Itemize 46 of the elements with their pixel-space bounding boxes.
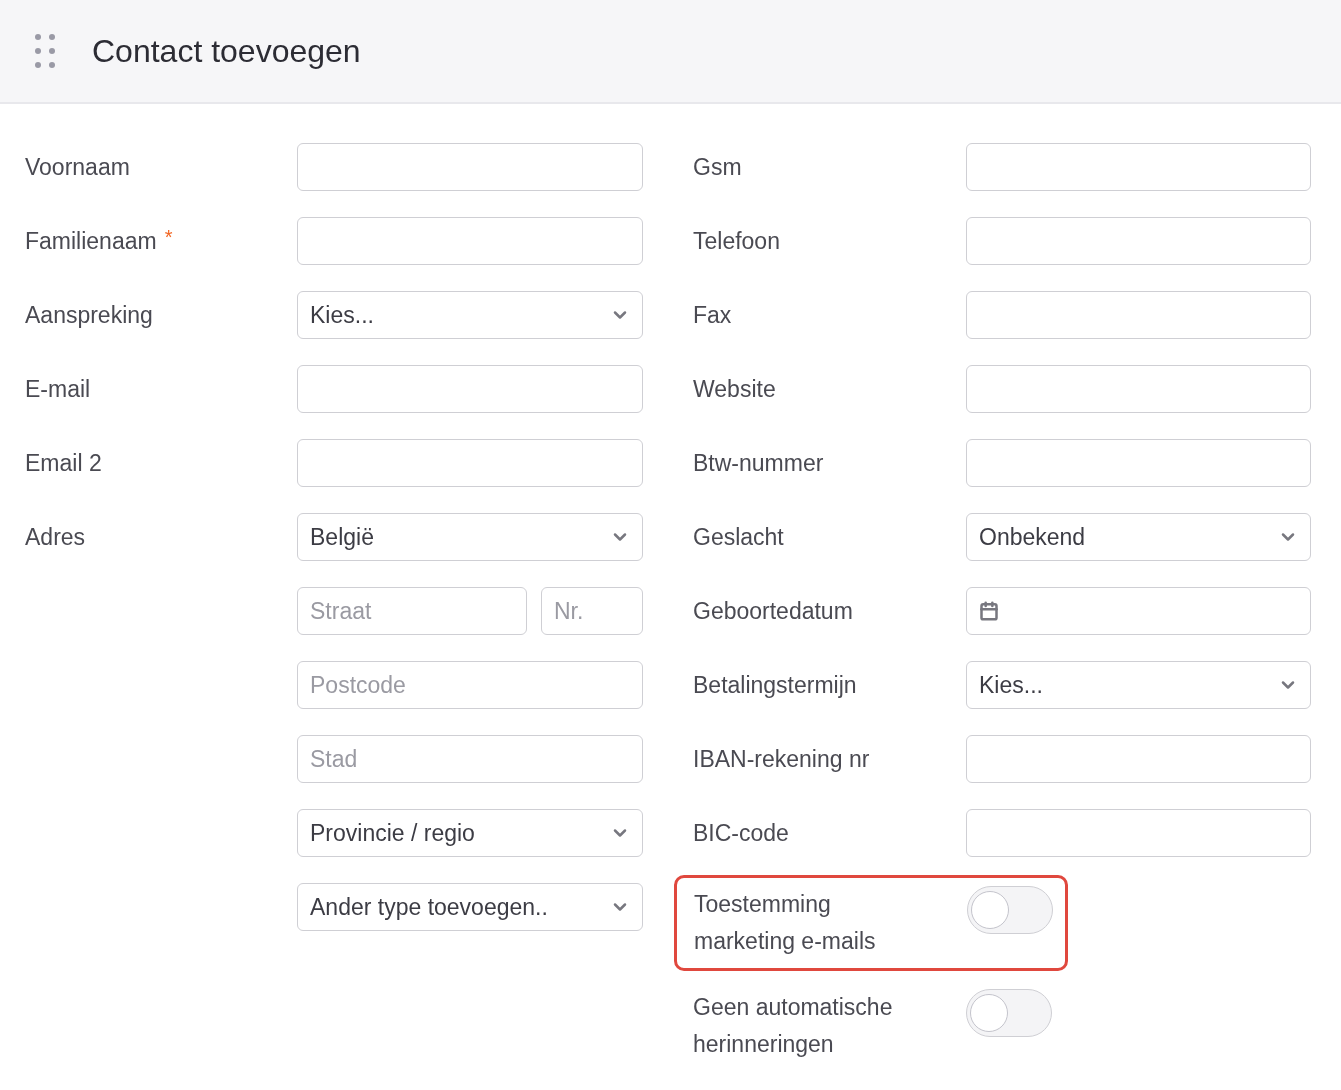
input-field[interactable] — [297, 143, 643, 191]
input-field[interactable]: Stad — [297, 735, 643, 783]
input-field[interactable] — [966, 217, 1311, 265]
field-label: BIC-code — [693, 818, 789, 848]
input-field[interactable] — [966, 809, 1311, 857]
select-dropdown[interactable]: Kies... — [966, 661, 1311, 709]
calendar-icon — [979, 601, 999, 621]
input-field[interactable] — [297, 365, 643, 413]
drag-handle-icon[interactable] — [34, 33, 56, 69]
field-label: Telefoon — [693, 226, 780, 256]
input-field[interactable]: Postcode — [297, 661, 643, 709]
field-label: Geboortedatum — [693, 596, 853, 626]
input-field[interactable] — [966, 735, 1311, 783]
input-field[interactable] — [966, 291, 1311, 339]
field-label: IBAN-rekening nr — [693, 744, 870, 774]
date-field[interactable] — [966, 587, 1311, 635]
toggle-label: Geen automatische herinneringen — [693, 993, 894, 1059]
dialog-title: Contact toevoegen — [92, 32, 361, 71]
field-label: Betalingstermijn — [693, 670, 857, 700]
input-field[interactable]: Nr. — [541, 587, 643, 635]
field-label: Voornaam — [25, 152, 130, 182]
select-dropdown[interactable]: België — [297, 513, 643, 561]
input-field[interactable] — [966, 365, 1311, 413]
field-label: Fax — [693, 300, 732, 330]
field-label: Website — [693, 374, 776, 404]
select-dropdown[interactable]: Ander type toevoegen.. — [297, 883, 643, 931]
field-label: E-mail — [25, 374, 91, 404]
toggle-switch[interactable] — [967, 886, 1053, 934]
field-label: Aanspreking — [25, 300, 153, 330]
field-label: Familienaam — [25, 226, 157, 256]
select-dropdown[interactable]: Kies... — [297, 291, 643, 339]
select-dropdown[interactable]: Onbekend — [966, 513, 1311, 561]
required-mark: * — [164, 225, 173, 250]
toggle-switch[interactable] — [966, 989, 1052, 1037]
field-label: Btw-nummer — [693, 448, 824, 478]
field-label: Email 2 — [25, 448, 102, 478]
input-field[interactable]: Straat — [297, 587, 527, 635]
field-label: Gsm — [693, 152, 742, 182]
field-label: Geslacht — [693, 522, 784, 552]
input-field[interactable] — [966, 143, 1311, 191]
toggle-label: Toestemming marketing e-mails — [694, 890, 877, 956]
input-field[interactable] — [297, 439, 643, 487]
input-field[interactable] — [297, 217, 643, 265]
select-dropdown[interactable]: Provincie / regio — [297, 809, 643, 857]
input-field[interactable] — [966, 439, 1311, 487]
field-label: Adres — [25, 522, 86, 552]
